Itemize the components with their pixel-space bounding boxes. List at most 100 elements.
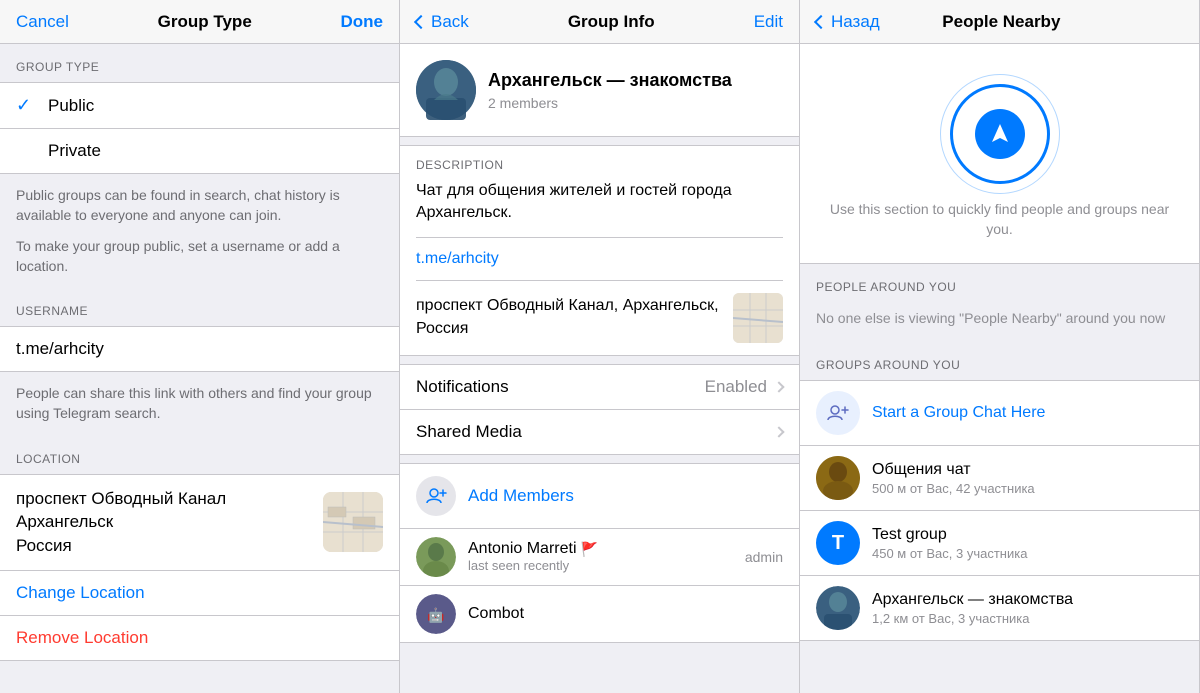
start-group-name: Start a Group Chat Here — [872, 404, 1183, 422]
member-row-1[interactable]: 🤖 Combot — [400, 586, 799, 643]
location-line3: Россия — [16, 534, 311, 558]
group-profile-header: Архангельск — знакомства 2 members — [400, 44, 799, 137]
group-distance-3: 1,2 км от Вас, 3 участника — [872, 611, 1183, 626]
group-row-start[interactable]: Start a Group Chat Here — [800, 381, 1199, 446]
done-button[interactable]: Done — [341, 12, 384, 32]
add-members-icon — [416, 476, 456, 516]
group-name: Архангельск — знакомства — [488, 69, 732, 92]
chevron-right-notifications — [773, 381, 784, 392]
illustration-text: Use this section to quickly find people … — [820, 200, 1179, 239]
chevron-left-icon — [414, 14, 428, 28]
description-text: Чат для общения жителей и гостей города … — [416, 180, 783, 238]
member-avatar-0 — [416, 537, 456, 577]
public-info-text2: To make your group public, set a usernam… — [0, 237, 399, 288]
group-location-text: проспект Обводный Канал, Архангельск, Ро… — [416, 295, 733, 340]
back-button-group-info[interactable]: Back — [416, 12, 469, 32]
group-info-1: Общения чат 500 м от Вас, 42 участника — [872, 461, 1183, 496]
group-row-3[interactable]: Архангельск — знакомства 1,2 км от Вас, … — [800, 576, 1199, 640]
option-public[interactable]: ✓ Public — [0, 83, 399, 129]
people-around-header: PEOPLE AROUND YOU — [800, 264, 1199, 302]
cancel-button[interactable]: Cancel — [16, 12, 69, 32]
group-info-2: Test group 450 м от Вас, 3 участника — [872, 526, 1183, 561]
group-row-1[interactable]: Общения чат 500 м от Вас, 42 участника — [800, 446, 1199, 511]
panel3-title: People Nearby — [942, 12, 1060, 32]
location-line1: проспект Обводный Канал — [16, 487, 311, 511]
location-line2: Архангельск — [16, 510, 311, 534]
group-row-2[interactable]: T Test group 450 м от Вас, 3 участника — [800, 511, 1199, 576]
group-profile-info: Архангельск — знакомства 2 members — [488, 69, 732, 110]
panel2-title: Group Info — [568, 12, 655, 32]
username-info: People can share this link with others a… — [0, 372, 399, 435]
group-location-row: проспект Обводный Канал, Архангельск, Ро… — [416, 281, 783, 355]
member-name-1: Combot — [468, 605, 783, 623]
notifications-value: Enabled — [705, 377, 767, 397]
panel-group-type: Cancel Group Type Done GROUP TYPE ✓ Publ… — [0, 0, 400, 693]
member-info-1: Combot — [468, 605, 783, 623]
panel-people-nearby: Назад People Nearby Use this section to … — [800, 0, 1200, 693]
member-role-0: admin — [745, 549, 783, 565]
group-name-1: Общения чат — [872, 461, 1183, 479]
chevron-right-shared-media — [773, 426, 784, 437]
member-name-0: Antonio Marreti 🚩 — [468, 540, 733, 558]
back-button-nearby[interactable]: Назад — [816, 12, 880, 32]
group-avatar-3 — [816, 586, 860, 630]
group-username-link[interactable]: t.me/arhcity — [416, 238, 783, 281]
shared-media-row[interactable]: Shared Media — [400, 410, 799, 454]
add-members-row[interactable]: Add Members — [400, 463, 799, 529]
option-public-label: Public — [48, 96, 94, 116]
settings-group: Notifications Enabled Shared Media — [400, 364, 799, 455]
group-map-mini — [733, 293, 783, 343]
back-label: Back — [431, 12, 469, 32]
map-thumbnail — [323, 492, 383, 552]
username-section-header: USERNAME — [0, 288, 399, 326]
group-members-count: 2 members — [488, 95, 732, 111]
groups-list: Start a Group Chat Here Общения чат 500 … — [800, 380, 1199, 641]
group-info-3: Архангельск — знакомства 1,2 км от Вас, … — [872, 591, 1183, 626]
location-text: проспект Обводный Канал Архангельск Росс… — [16, 487, 311, 558]
location-circle — [950, 84, 1050, 184]
username-value: t.me/arhcity — [16, 339, 104, 358]
option-private[interactable]: Private — [0, 129, 399, 173]
public-info-text1: Public groups can be found in search, ch… — [0, 174, 399, 237]
member-status-0: last seen recently — [468, 558, 733, 573]
groups-around-header: GROUPS AROUND YOU — [800, 342, 1199, 380]
notifications-label: Notifications — [416, 377, 705, 397]
notifications-row[interactable]: Notifications Enabled — [400, 365, 799, 410]
nav-bar-group-info: Back Group Info Edit — [400, 0, 799, 44]
start-group-icon — [816, 391, 860, 435]
panel1-content: GROUP TYPE ✓ Public Private Public group… — [0, 44, 399, 693]
nav-bar-people-nearby: Назад People Nearby — [800, 0, 1199, 44]
svg-text:🤖: 🤖 — [427, 607, 444, 624]
nav-bar-group-type: Cancel Group Type Done — [0, 0, 399, 44]
change-location-button[interactable]: Change Location — [0, 571, 399, 616]
location-cell: проспект Обводный Канал Архангельск Росс… — [0, 474, 399, 571]
location-illustration: Use this section to quickly find people … — [800, 44, 1199, 264]
member-flag-0: 🚩 — [581, 541, 598, 558]
group-avatar-2: T — [816, 521, 860, 565]
description-label: DESCRIPTION — [416, 158, 783, 172]
remove-location-button[interactable]: Remove Location — [0, 616, 399, 661]
username-field[interactable]: t.me/arhcity — [0, 326, 399, 372]
group-distance-2: 450 м от Вас, 3 участника — [872, 546, 1183, 561]
group-type-options: ✓ Public Private — [0, 82, 399, 174]
member-row-0[interactable]: Antonio Marreti 🚩 last seen recently adm… — [400, 529, 799, 586]
member-info-0: Antonio Marreti 🚩 last seen recently — [468, 540, 733, 573]
back-label-nearby: Назад — [831, 12, 880, 32]
no-one-text: No one else is viewing "People Nearby" a… — [800, 302, 1199, 342]
panel3-content: Use this section to quickly find people … — [800, 44, 1199, 693]
edit-button[interactable]: Edit — [754, 12, 783, 32]
panel-group-info: Back Group Info Edit Архангельск — знако… — [400, 0, 800, 693]
panel2-content: Архангельск — знакомства 2 members DESCR… — [400, 44, 799, 693]
group-type-section-header: GROUP TYPE — [0, 44, 399, 82]
location-arrow-icon — [975, 109, 1025, 159]
location-section-header: LOCATION — [0, 436, 399, 474]
checkmark-public: ✓ — [16, 95, 36, 116]
start-group-info: Start a Group Chat Here — [872, 404, 1183, 422]
group-distance-1: 500 м от Вас, 42 участника — [872, 481, 1183, 496]
group-name-3: Архангельск — знакомства — [872, 591, 1183, 609]
chevron-left-nearby-icon — [814, 14, 828, 28]
group-avatar-1 — [816, 456, 860, 500]
group-avatar — [416, 60, 476, 120]
member-avatar-1: 🤖 — [416, 594, 456, 634]
add-members-label: Add Members — [468, 486, 574, 506]
